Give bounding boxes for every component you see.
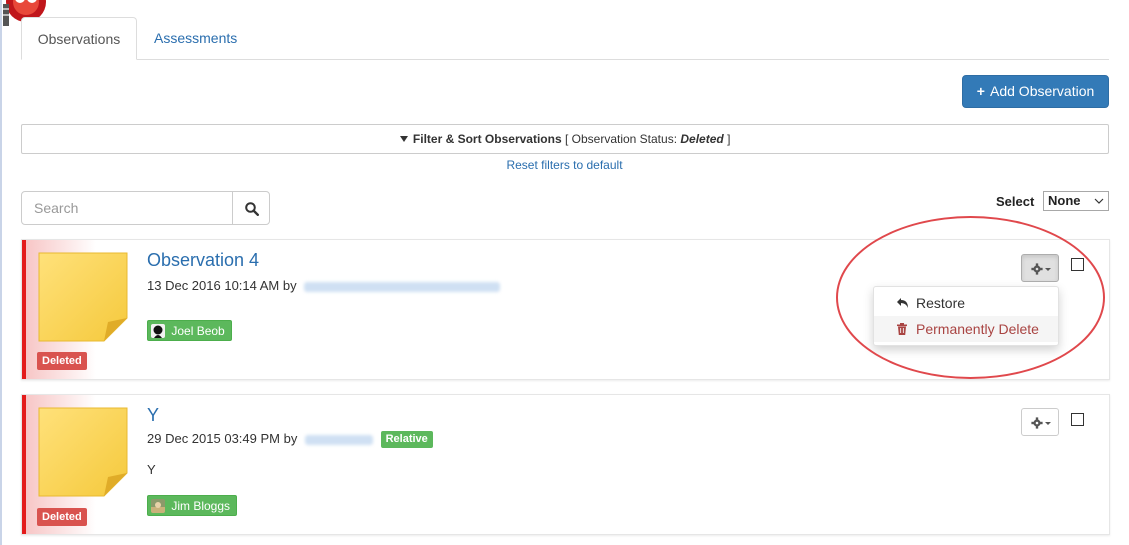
select-value: None [1048, 193, 1081, 208]
status-badge: Deleted [37, 352, 87, 370]
observation-date: 29 Dec 2015 03:49 PM by [147, 431, 298, 446]
select-checkbox[interactable] [1071, 258, 1084, 271]
select-checkbox[interactable] [1071, 413, 1084, 426]
status-badge: Deleted [37, 508, 87, 526]
add-observation-label: Add Observation [990, 83, 1095, 99]
permanently-delete-menu-item[interactable]: Permanently Delete [874, 316, 1058, 342]
observation-date: 13 Dec 2016 10:14 AM by [147, 278, 297, 293]
search-button[interactable] [232, 191, 270, 225]
filter-status-prefix: [ Observation Status: [564, 132, 678, 146]
tab-assessments[interactable]: Assessments [139, 17, 252, 60]
trash-icon [897, 323, 907, 335]
tab-bar: Observations Assessments [21, 17, 1109, 60]
undo-icon [897, 298, 908, 308]
sticky-note-icon [38, 407, 128, 497]
select-dropdown[interactable]: None [1043, 191, 1109, 211]
restore-label: Restore [916, 295, 966, 311]
plus-icon: + [976, 83, 985, 99]
permanently-delete-label: Permanently Delete [916, 321, 1039, 337]
child-tag[interactable]: Joel Beob [147, 320, 232, 341]
reset-filters-link[interactable]: Reset filters to default [0, 158, 1129, 172]
observation-card: Deleted Y 29 Dec 2015 03:49 PM by Relati… [21, 394, 1110, 535]
observation-body: Y [147, 462, 156, 477]
filter-title: Filter & Sort Observations [412, 132, 562, 146]
observation-meta: 29 Dec 2015 03:49 PM by Relative [147, 431, 433, 449]
search-group [21, 191, 270, 225]
observation-title[interactable]: Y [147, 405, 159, 426]
gear-icon [1031, 417, 1051, 429]
restore-menu-item[interactable]: Restore [874, 290, 1058, 316]
gear-icon [1031, 263, 1051, 275]
left-border [0, 0, 2, 545]
child-name: Joel Beob [171, 324, 225, 338]
child-tag[interactable]: Jim Bloggs [147, 495, 238, 516]
caret-down-icon [1045, 268, 1051, 271]
actions-button[interactable] [1021, 408, 1059, 436]
author-name-redacted [304, 281, 501, 292]
observation-title[interactable]: Observation 4 [147, 250, 259, 271]
actions-button[interactable] [1021, 254, 1059, 282]
sticky-note-icon [38, 252, 128, 342]
author-name-redacted [304, 434, 373, 445]
relation-badge: Relative [380, 431, 433, 449]
filter-status-value: Deleted [680, 132, 724, 146]
add-observation-button[interactable]: + Add Observation [962, 75, 1109, 108]
child-name: Jim Bloggs [171, 499, 231, 513]
avatar-icon [151, 324, 165, 338]
select-label: Select [996, 194, 1035, 209]
filter-status-suffix: ] [727, 132, 731, 146]
chevron-down-icon [1094, 198, 1104, 204]
search-input[interactable] [21, 191, 233, 225]
filter-sort-bar[interactable]: Filter & Sort Observations [ Observation… [21, 124, 1109, 154]
search-icon [245, 202, 259, 216]
funnel-icon [399, 136, 408, 142]
tab-observations[interactable]: Observations [21, 17, 137, 60]
avatar-icon [151, 499, 165, 513]
caret-down-icon [1045, 422, 1051, 425]
actions-dropdown-menu: Restore Permanently Delete [873, 286, 1059, 346]
observation-meta: 13 Dec 2016 10:14 AM by [147, 278, 501, 293]
